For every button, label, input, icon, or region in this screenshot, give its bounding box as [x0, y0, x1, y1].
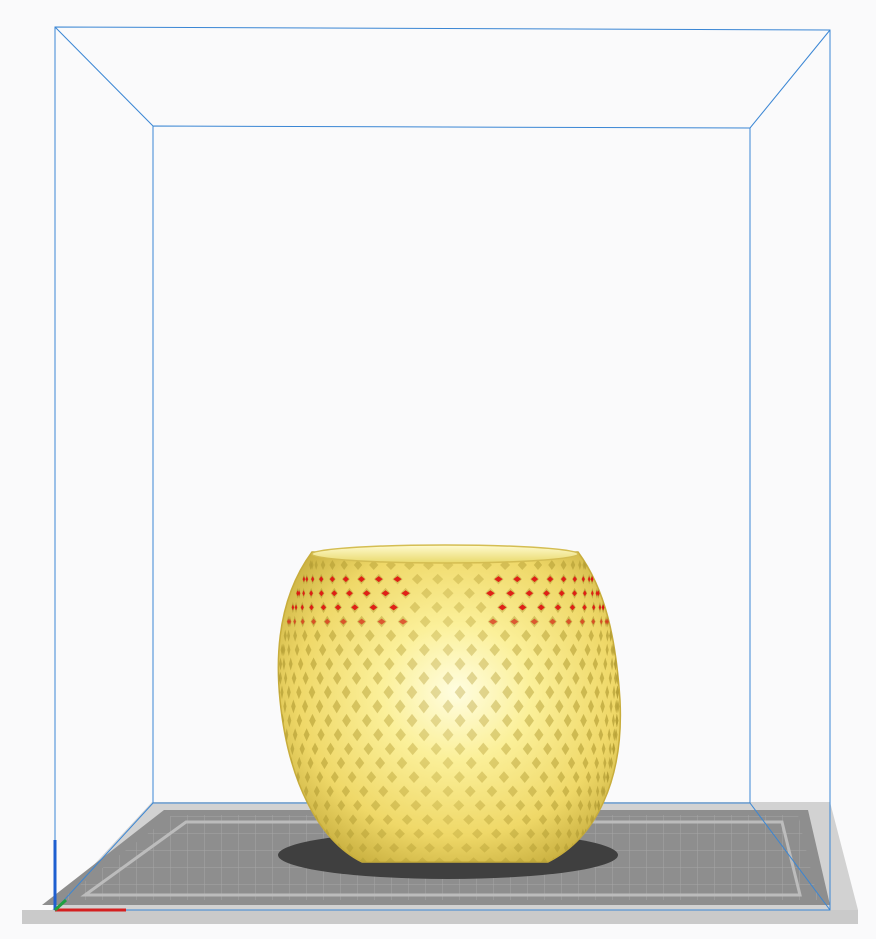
lattice-hole — [278, 699, 280, 714]
lattice-hole — [280, 742, 284, 756]
lattice-hole — [278, 728, 282, 742]
lattice-hole — [290, 785, 294, 797]
lattice-hole — [286, 771, 290, 784]
lattice-hole — [290, 771, 294, 784]
lattice-hole — [292, 785, 296, 797]
3d-viewport[interactable] — [0, 0, 876, 939]
lattice-hole — [284, 756, 288, 770]
lattice-hole — [296, 785, 300, 797]
vase-rim — [311, 544, 579, 564]
lattice-hole — [278, 713, 281, 728]
scene-canvas[interactable] — [0, 0, 876, 939]
lattice-hole — [280, 728, 284, 742]
bed-front-edge — [22, 910, 858, 924]
lattice-hole — [283, 756, 287, 770]
lattice-vase-model[interactable] — [277, 544, 622, 867]
